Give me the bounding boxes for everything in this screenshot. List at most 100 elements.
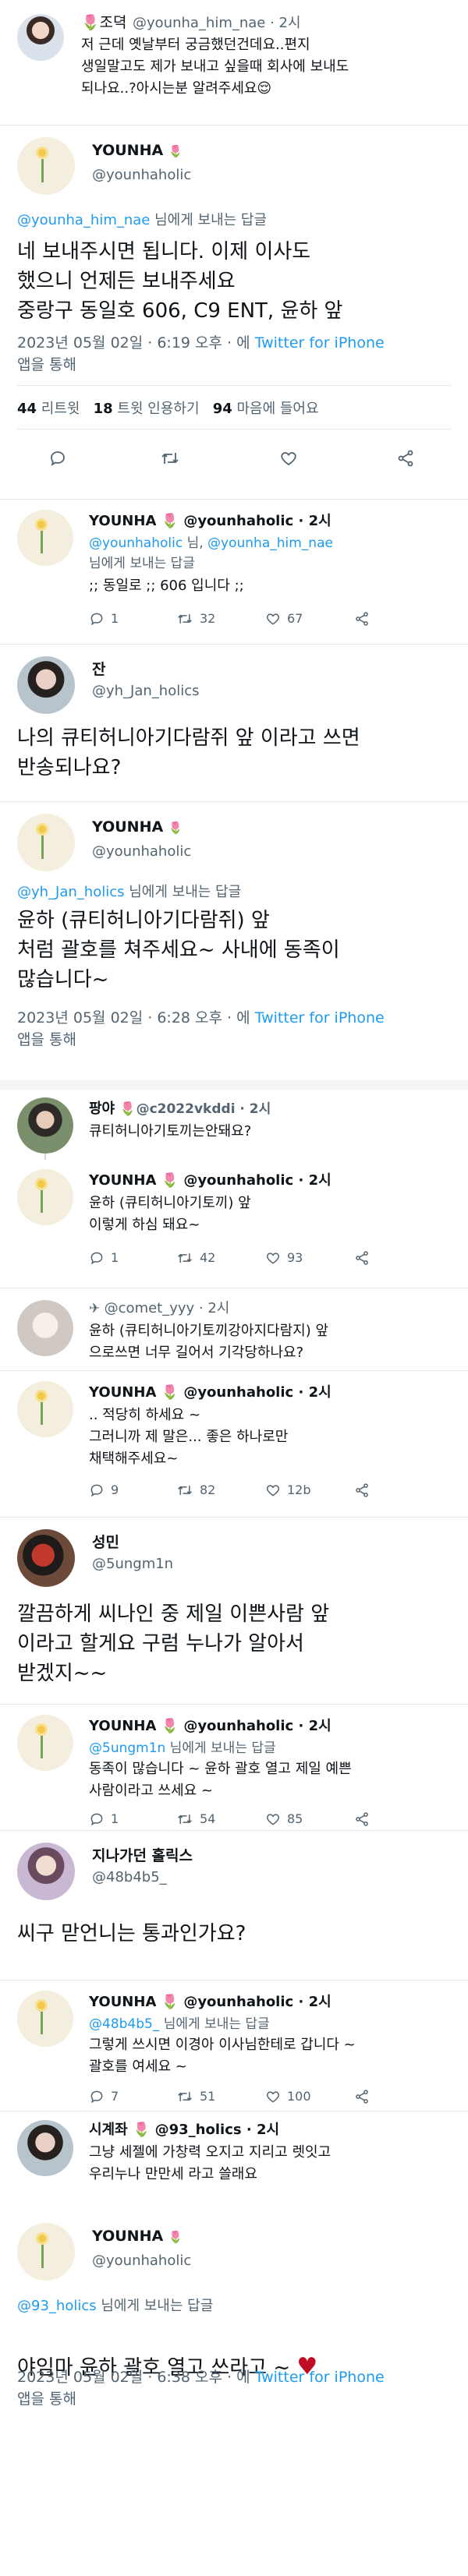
tweet-11[interactable]: YOUNHA 🌷 @younhaholic · 2시 @5ungm1n 님에게 … xyxy=(0,1705,468,1830)
author-name[interactable]: YOUNHA 🌷 xyxy=(92,2228,183,2245)
share-button[interactable] xyxy=(354,1247,370,1267)
reply-mention-link[interactable]: @5ungm1n xyxy=(89,1740,165,1756)
author-handle[interactable]: @yh_Jan_holics xyxy=(92,683,200,699)
like-button[interactable]: 12b xyxy=(265,1479,311,1500)
share-button[interactable] xyxy=(354,2086,370,2106)
quote-count[interactable]: 18 트윗 인용하기 xyxy=(94,401,200,417)
engagement-stats: 44 리트윗 18 트윗 인용하기 94 마음에 들어요 xyxy=(17,398,319,418)
tweet-3[interactable]: YOUNHA 🌷 @younhaholic · 2시 @younhaholic … xyxy=(0,500,468,644)
like-button[interactable]: 93 xyxy=(265,1247,303,1267)
share-button[interactable] xyxy=(354,1808,370,1829)
retweet-icon xyxy=(161,452,179,464)
author-handle[interactable]: @younhaholic xyxy=(92,843,191,860)
tweet-13[interactable]: YOUNHA 🌷 @younhaholic · 2시 @48b4b5_ 님에게 … xyxy=(0,1981,468,2111)
like-count[interactable]: 94 마음에 들어요 xyxy=(213,401,319,417)
avatar[interactable] xyxy=(17,1843,75,1900)
reply-mention-link[interactable]: @younha_him_nae xyxy=(17,212,150,228)
reply-button[interactable]: 1 xyxy=(89,1247,119,1267)
reply-button[interactable]: 9 xyxy=(89,1479,119,1500)
tweet-2-focused[interactable]: YOUNHA 🌷 @younhaholic @younha_him_nae 님에… xyxy=(0,126,468,496)
author-handle[interactable]: @48b4b5_ xyxy=(92,1869,167,1885)
tweet-1[interactable]: 🌷조뎍 @younha_him_nae · 2시 저 근데 옛날부터 궁금했던건… xyxy=(0,0,468,125)
mention-link[interactable]: @younha_him_nae xyxy=(207,535,333,551)
flower-icon: 🌷 xyxy=(168,2230,183,2244)
reply-button[interactable]: 1 xyxy=(89,608,119,628)
author-handle[interactable]: @5ungm1n xyxy=(92,1556,173,1572)
reply-button[interactable] xyxy=(48,447,67,468)
tweet-4[interactable]: 잔 @yh_Jan_holics 나의 큐티허니아기다람쥐 앞 이라고 쓰면 반… xyxy=(0,645,468,801)
author-line[interactable]: 시계좌 🌷 @93_holics · 2시 xyxy=(89,2118,279,2139)
reply-icon xyxy=(90,1813,103,1825)
divider xyxy=(0,801,468,802)
author-name[interactable]: 지나가던 홀릭스 xyxy=(92,1844,193,1865)
reply-button[interactable]: 1 xyxy=(89,1808,119,1829)
tweet-text: 저 근데 옛날부터 궁금했던건데요..편지 생일말고도 제가 보내고 싶을때 회… xyxy=(81,37,349,97)
share-icon xyxy=(356,1250,368,1265)
author-handle[interactable]: @younhaholic xyxy=(92,2253,191,2269)
retweet-button[interactable]: 82 xyxy=(176,1479,215,1500)
retweet-button[interactable]: 42 xyxy=(176,1247,215,1267)
author-line[interactable]: 팡야 🌷@c2022vkddi · 2시 xyxy=(89,1097,271,1118)
tweet-7[interactable]: YOUNHA 🌷 @younhaholic · 2시 윤하 (큐티허니아기토끼)… xyxy=(0,1163,468,1288)
like-button[interactable]: 85 xyxy=(265,1808,303,1829)
author-name[interactable]: 🌷조뎍 xyxy=(81,11,127,32)
like-button[interactable]: 67 xyxy=(265,608,303,628)
avatar[interactable] xyxy=(17,1381,73,1437)
source-link[interactable]: Twitter for iPhone xyxy=(255,1009,385,1027)
tweet-text: 윤하 (큐티허니아기토끼강아지다람지) 앞 으로쓰면 너무 길어서 기각당하나요… xyxy=(89,1323,329,1361)
retweet-button[interactable]: 54 xyxy=(176,1808,215,1829)
author-handle[interactable]: @younhaholic xyxy=(92,167,191,183)
author-handle[interactable]: @younha_him_nae · 2시 xyxy=(133,12,301,32)
avatar[interactable] xyxy=(17,510,73,566)
tweet-12[interactable]: 지나가던 홀릭스 @48b4b5_ 씨구 맏언니는 통과인가요? xyxy=(0,1832,468,1980)
author-line[interactable]: YOUNHA 🌷 @younhaholic · 2시 xyxy=(89,1991,332,2011)
like-button[interactable] xyxy=(279,447,298,468)
tweet-14[interactable]: 시계좌 🌷 @93_holics · 2시 그냥 세젤에 가창력 오지고 지리고… xyxy=(0,2112,468,2214)
avatar[interactable] xyxy=(17,14,64,61)
retweet-button[interactable]: 32 xyxy=(176,608,215,628)
avatar[interactable] xyxy=(17,137,75,195)
author-name[interactable]: YOUNHA 🌷 xyxy=(92,818,183,836)
reply-button[interactable]: 7 xyxy=(89,2086,119,2106)
author-line[interactable]: YOUNHA 🌷 @younhaholic · 2시 xyxy=(89,1381,332,1401)
avatar[interactable] xyxy=(17,1300,73,1356)
author-line[interactable]: YOUNHA 🌷 @younhaholic · 2시 xyxy=(89,1715,332,1735)
tweet-text: 씨구 맏언니는 통과인가요? xyxy=(17,1922,246,1945)
share-button[interactable] xyxy=(354,608,370,628)
avatar[interactable] xyxy=(17,1529,75,1587)
avatar[interactable] xyxy=(17,656,75,714)
reply-mention-link[interactable]: @93_holics xyxy=(17,2298,97,2314)
tweet-6[interactable]: 팡야 🌷@c2022vkddi · 2시 큐티허니아기토끼는안돼요? xyxy=(0,1091,468,1160)
tweet-5-focused[interactable]: YOUNHA 🌷 @younhaholic @yh_Jan_holics 님에게… xyxy=(0,803,468,1080)
like-button[interactable]: 100 xyxy=(265,2086,311,2106)
author-name[interactable]: 잔 xyxy=(92,658,105,679)
author-name[interactable]: 성민 xyxy=(92,1531,119,1552)
tweet-8[interactable]: ✈ @comet_yyy · 2시 윤하 (큐티허니아기토끼강아지다람지) 앞 … xyxy=(0,1289,468,1370)
tweet-9[interactable]: YOUNHA 🌷 @younhaholic · 2시 .. 적당히 하세요 ~ … xyxy=(0,1372,468,1517)
author-line[interactable]: YOUNHA 🌷 @younhaholic · 2시 xyxy=(89,510,332,530)
retweet-count[interactable]: 44 리트윗 xyxy=(17,401,80,417)
author-name[interactable]: YOUNHA 🌷 xyxy=(92,142,183,159)
heart-icon xyxy=(266,2090,280,2103)
avatar[interactable] xyxy=(17,814,75,871)
reply-mention-link[interactable]: @yh_Jan_holics xyxy=(17,884,125,900)
tweet-15-focused[interactable]: YOUNHA 🌷 @younhaholic @93_holics 님에게 보내는… xyxy=(0,2214,468,2576)
retweet-button[interactable]: 51 xyxy=(176,2086,215,2106)
avatar[interactable] xyxy=(17,1715,73,1771)
author-line[interactable]: ✈ @comet_yyy · 2시 xyxy=(89,1297,229,1317)
share-button[interactable] xyxy=(396,447,415,468)
tweet-10[interactable]: 성민 @5ungm1n 깔끔하게 씨나인 중 제일 이쁜사람 앞 이라고 할게요… xyxy=(0,1518,468,1704)
share-icon xyxy=(356,1482,368,1497)
source-link[interactable]: Twitter for iPhone xyxy=(255,2369,385,2386)
source-link[interactable]: Twitter for iPhone xyxy=(255,334,385,352)
avatar[interactable] xyxy=(17,1097,73,1154)
avatar[interactable] xyxy=(17,2120,73,2176)
avatar[interactable] xyxy=(17,1169,73,1225)
reply-mention-link[interactable]: @48b4b5_ xyxy=(89,2016,159,2032)
retweet-button[interactable] xyxy=(160,447,180,468)
avatar[interactable] xyxy=(17,2223,75,2281)
avatar[interactable] xyxy=(17,1991,73,2047)
share-button[interactable] xyxy=(354,1479,370,1500)
author-line[interactable]: YOUNHA 🌷 @younhaholic · 2시 xyxy=(89,1169,332,1189)
mention-link[interactable]: @younhaholic xyxy=(89,535,183,551)
